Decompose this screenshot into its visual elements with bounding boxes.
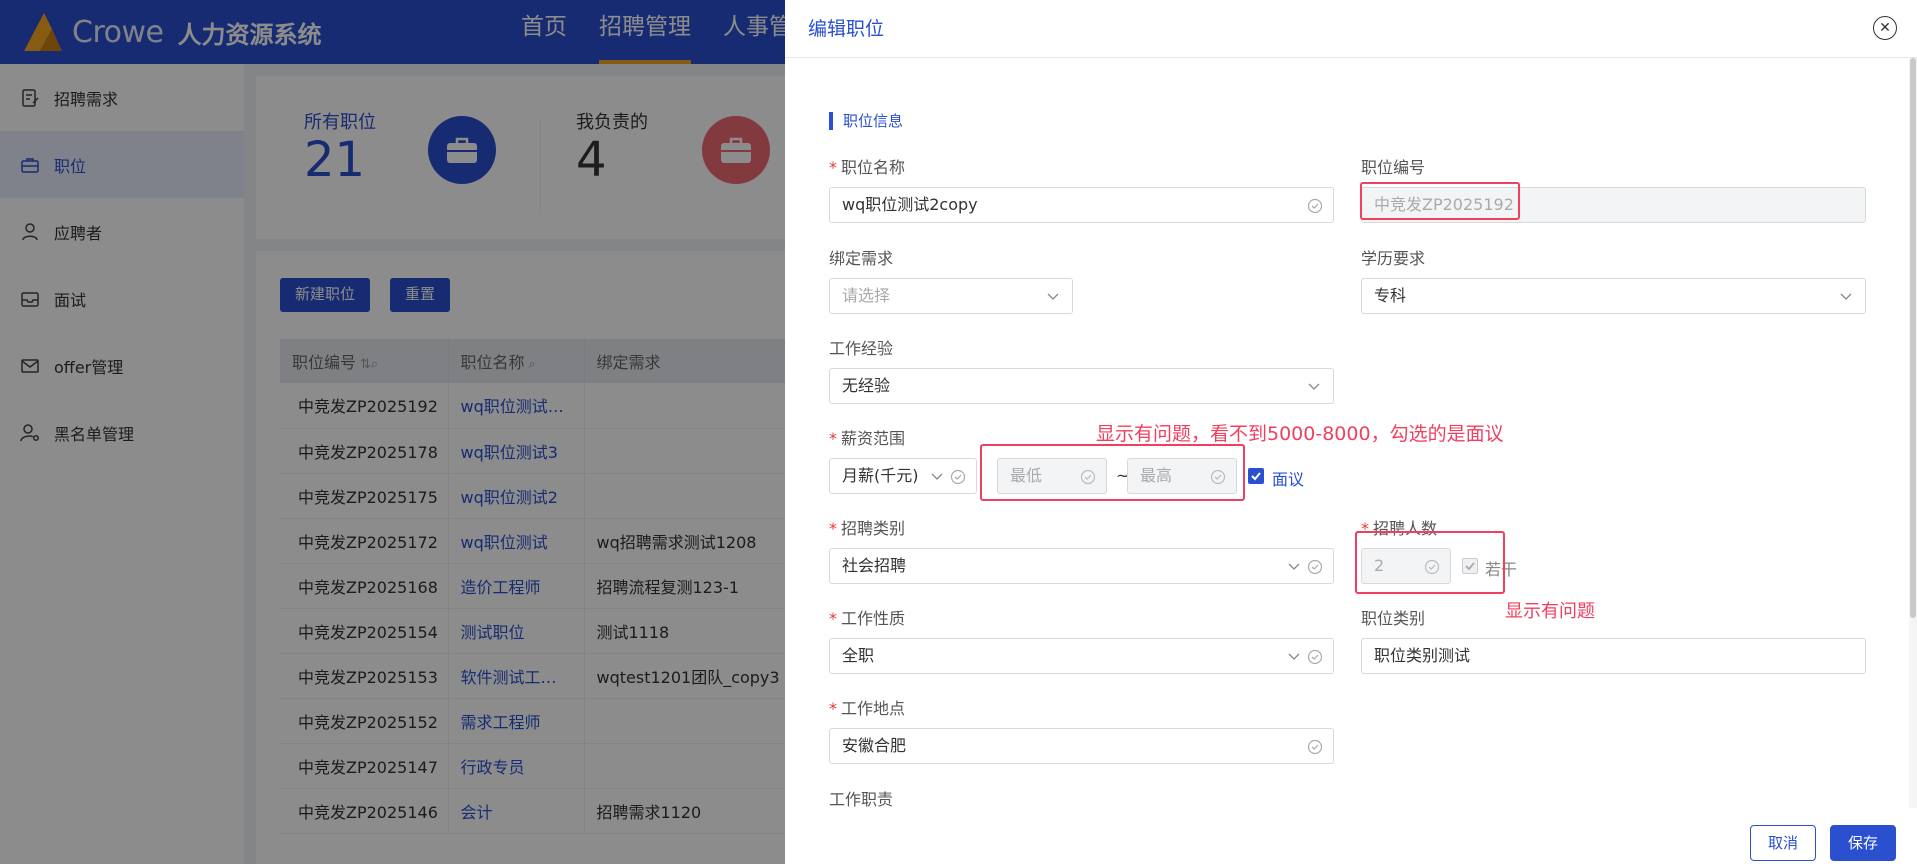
category-label: * 招聘类别 (829, 515, 905, 539)
field-label: 薪资范围 (841, 429, 906, 448)
field-label: 职位类别 (1361, 609, 1426, 628)
category-select[interactable]: 社会招聘 (829, 548, 1334, 584)
check-icon (1251, 472, 1261, 481)
position-name-input[interactable]: wq职位测试2copy (829, 187, 1334, 223)
check-circle-icon (1307, 649, 1323, 665)
chevron-down-icon (1839, 289, 1853, 303)
salary-unit-select[interactable]: 月薪(千元) (829, 458, 977, 494)
chevron-down-icon (1287, 559, 1301, 573)
field-label: 工作经验 (829, 339, 894, 358)
chevron-down-icon (1287, 649, 1301, 663)
input-value: 安徽合肥 (842, 736, 907, 755)
experience-select[interactable]: 无经验 (829, 368, 1334, 404)
field-label: 学历要求 (1361, 249, 1426, 268)
headcount-annotation-text: 显示有问题 (1505, 601, 1595, 622)
required-mark: * (829, 519, 837, 538)
select-value: 月薪(千元) (842, 466, 919, 485)
section-title: 职位信息 (829, 112, 903, 130)
nature-select[interactable]: 全职 (829, 638, 1334, 674)
field-label: 招聘类别 (841, 519, 906, 538)
drawer-title: 编辑职位 (808, 18, 885, 40)
salary-annotation-text: 显示有问题，看不到5000-8000，勾选的是面议 (1096, 423, 1504, 445)
input-value: 职位类别测试 (1374, 646, 1471, 665)
chevron-down-icon (930, 469, 944, 483)
field-label: 工作地点 (841, 699, 906, 718)
field-label: 绑定需求 (829, 249, 894, 268)
education-label: 学历要求 (1361, 245, 1425, 269)
experience-label: 工作经验 (829, 335, 893, 359)
field-label: 职位编号 (1361, 158, 1426, 177)
field-label: 工作性质 (841, 609, 906, 628)
position-code-annotation-box (1360, 182, 1520, 220)
check-circle-icon (1307, 739, 1323, 755)
job-type-label: 职位类别 (1361, 605, 1425, 629)
duty-label: 工作职责 (829, 786, 893, 810)
select-value: 社会招聘 (842, 556, 907, 575)
location-label: * 工作地点 (829, 695, 905, 719)
check-circle-icon (1307, 559, 1323, 575)
cancel-button[interactable]: 取消 (1750, 825, 1816, 861)
position-name-label: * 职位名称 (829, 154, 905, 178)
drawer-header: 编辑职位 ✕ (785, 0, 1917, 58)
select-value: 无经验 (842, 376, 891, 395)
negotiable-checkbox[interactable] (1248, 468, 1264, 484)
select-value: 专科 (1374, 286, 1407, 305)
check-circle-icon (950, 469, 966, 485)
save-button[interactable]: 保存 (1830, 825, 1896, 861)
headcount-annotation-box (1355, 531, 1505, 594)
select-value: 全职 (842, 646, 875, 665)
drawer-scrollbar[interactable] (1909, 58, 1917, 808)
position-code-label: 职位编号 (1361, 154, 1425, 178)
check-circle-icon (1307, 198, 1323, 214)
edit-position-drawer: 编辑职位 ✕ 职位信息 * 职位名称 wq职位测试2copy 职位编号 中竞发ZP… (785, 0, 1917, 864)
salary-label: * 薪资范围 (829, 425, 905, 449)
chevron-down-icon (1046, 289, 1060, 303)
chevron-down-icon (1307, 379, 1321, 393)
bind-req-label: 绑定需求 (829, 245, 893, 269)
field-label: 工作职责 (829, 790, 894, 809)
nature-label: * 工作性质 (829, 605, 905, 629)
required-mark: * (829, 699, 837, 718)
location-input[interactable]: 安徽合肥 (829, 728, 1334, 764)
negotiable-label[interactable]: 面议 (1272, 466, 1304, 490)
select-placeholder: 请选择 (842, 286, 891, 305)
scrollbar-thumb[interactable] (1910, 58, 1916, 618)
bind-req-select[interactable]: 请选择 (829, 278, 1073, 314)
required-mark: * (829, 609, 837, 628)
required-mark: * (829, 429, 837, 448)
job-type-input[interactable]: 职位类别测试 (1361, 638, 1866, 674)
salary-annotation-box (980, 444, 1245, 501)
required-mark: * (829, 158, 837, 177)
education-select[interactable]: 专科 (1361, 278, 1866, 314)
close-icon[interactable]: ✕ (1873, 16, 1897, 40)
input-value: wq职位测试2copy (842, 195, 978, 214)
field-label: 职位名称 (841, 158, 906, 177)
